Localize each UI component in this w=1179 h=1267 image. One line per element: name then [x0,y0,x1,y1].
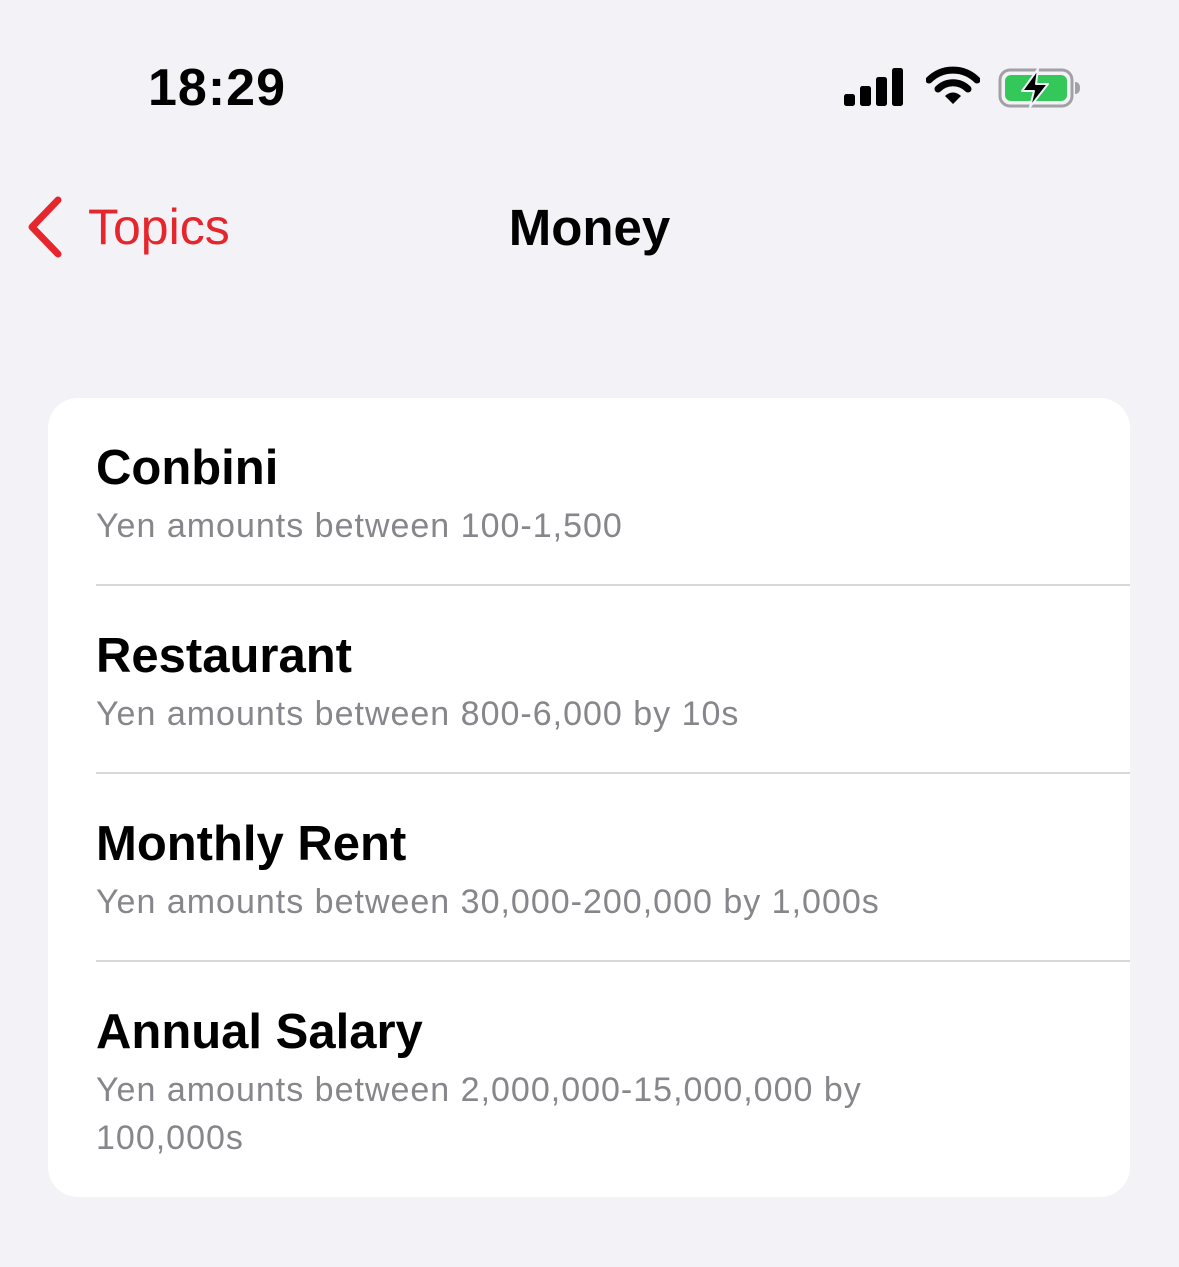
list-item-title: Monthly Rent [96,817,407,871]
status-icons [844,66,1084,110]
list-item-title: Annual Salary [96,1005,423,1059]
wifi-icon [926,66,980,104]
list-item-monthly-rent[interactable]: Monthly Rent Yen amounts between 30,000-… [48,774,1130,962]
list-item-annual-salary[interactable]: Annual Salary Yen amounts between 2,000,… [48,962,1130,1197]
page-title: Money [508,199,671,256]
list-item-conbini[interactable]: Conbini Yen amounts between 100-1,500 [48,398,1130,586]
list-item-title: Restaurant [96,629,352,683]
list-item-subtitle: Yen amounts between 30,000-200,000 by 1,… [96,883,880,921]
topic-list: Conbini Yen amounts between 100-1,500 Re… [48,398,1130,1197]
status-time: 18:29 [148,59,286,117]
battery-charging-icon [998,68,1080,108]
list-item-subtitle: Yen amounts between 100-1,500 [96,507,623,545]
list-item-restaurant[interactable]: Restaurant Yen amounts between 800-6,000… [48,586,1130,774]
list-item-title: Conbini [96,441,279,495]
list-item-subtitle: Yen amounts between 800-6,000 by 10s [96,695,740,733]
list-item-subtitle: Yen amounts between 2,000,000-15,000,000… [96,1071,862,1157]
cellular-signal-icon [844,68,903,106]
